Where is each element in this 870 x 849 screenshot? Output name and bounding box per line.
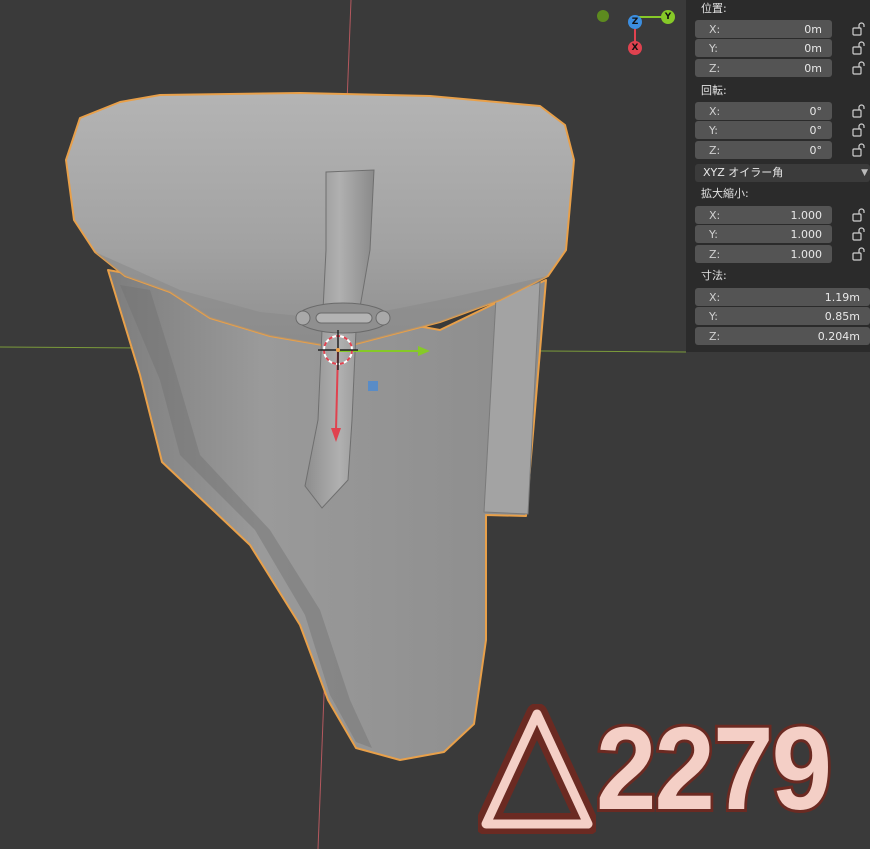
triangle-icon: [478, 704, 596, 834]
field-value: 0°: [809, 123, 823, 137]
axis-label: Z:: [709, 143, 721, 157]
axis-label: Y:: [709, 41, 718, 55]
field-value: 1.19m: [824, 290, 860, 304]
scale-z-field[interactable]: Z: 1.000: [695, 245, 832, 263]
rotation-x-field[interactable]: X: 0°: [695, 102, 832, 120]
axis-label: X:: [709, 290, 721, 304]
gizmo-dot-neg-y[interactable]: [597, 10, 609, 22]
lock-icon[interactable]: [852, 208, 866, 222]
field-value: 0.85m: [824, 309, 860, 323]
field-value: 0m: [804, 61, 822, 75]
gizmo-z-axis[interactable]: Z: [628, 15, 642, 29]
field-value: 0.204m: [817, 329, 860, 343]
location-x-field[interactable]: X: 0m: [695, 20, 832, 38]
field-value: 0°: [809, 143, 823, 157]
dimensions-label: 寸法:: [701, 269, 727, 282]
watermark-text: 2279: [593, 700, 835, 838]
3d-viewport[interactable]: Z Y X 位置: X: 0m Y: 0m Z: 0m 回転: X: 0° Y: 0° Z…: [0, 0, 870, 849]
scale-label: 拡大縮小:: [701, 187, 749, 200]
dimensions-x-field[interactable]: X: 1.19m: [695, 288, 870, 306]
rotation-z-field[interactable]: Z: 0°: [695, 141, 832, 159]
lock-icon[interactable]: [852, 143, 866, 157]
rotation-y-field[interactable]: Y: 0°: [695, 121, 832, 139]
axis-label: X:: [709, 22, 721, 36]
lock-icon[interactable]: [852, 247, 866, 261]
axis-label: Y:: [709, 227, 718, 241]
field-value: 0m: [804, 22, 822, 36]
axis-label: X:: [709, 104, 721, 118]
transform-panel: 位置: X: 0m Y: 0m Z: 0m 回転: X: 0° Y: 0° Z: 0° XY…: [686, 0, 870, 352]
location-y-field[interactable]: Y: 0m: [695, 39, 832, 57]
location-label: 位置:: [701, 2, 727, 15]
field-value: 0°: [809, 104, 823, 118]
lock-icon[interactable]: [852, 41, 866, 55]
dimensions-z-field[interactable]: Z: 0.204m: [695, 327, 870, 345]
field-value: 1.000: [790, 208, 823, 222]
rotation-mode-dropdown[interactable]: XYZ オイラー角 ▼: [695, 164, 870, 182]
axis-label: X:: [709, 208, 721, 222]
gizmo-x-axis[interactable]: X: [628, 41, 642, 55]
axis-label: Z:: [709, 61, 721, 75]
strap-buckle: [295, 302, 391, 334]
chevron-down-icon: ▼: [861, 168, 868, 178]
axis-label: Y:: [709, 123, 718, 137]
scale-y-field[interactable]: Y: 1.000: [695, 225, 832, 243]
axis-label: Z:: [709, 247, 721, 261]
lock-icon[interactable]: [852, 104, 866, 118]
scale-x-field[interactable]: X: 1.000: [695, 206, 832, 224]
field-value: 1.000: [790, 247, 823, 261]
axis-label: Y:: [709, 309, 718, 323]
lock-icon[interactable]: [852, 123, 866, 137]
location-z-field[interactable]: Z: 0m: [695, 59, 832, 77]
lock-icon[interactable]: [852, 22, 866, 36]
rotation-label: 回転:: [701, 84, 727, 97]
dimensions-y-field[interactable]: Y: 0.85m: [695, 307, 870, 325]
gizmo-y-axis[interactable]: Y: [661, 10, 675, 24]
lock-icon[interactable]: [852, 61, 866, 75]
field-value: 1.000: [790, 227, 823, 241]
rotation-mode-value: XYZ オイラー角: [703, 166, 784, 179]
axis-label: Z:: [709, 329, 721, 343]
watermark: 2279: [478, 694, 851, 844]
field-value: 0m: [804, 41, 822, 55]
lock-icon[interactable]: [852, 227, 866, 241]
